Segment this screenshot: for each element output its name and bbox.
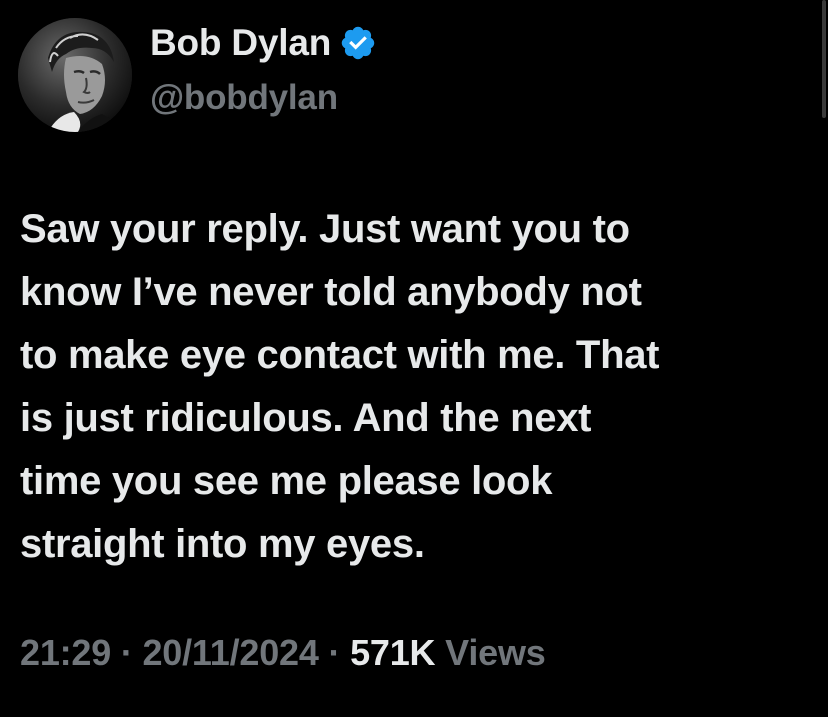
tweet-detail: Bob Dylan @bobdylan Saw your reply. Just… <box>0 0 828 717</box>
tweet-text: Saw your reply. Just want you to know I’… <box>20 198 810 576</box>
views-label[interactable]: Views <box>435 632 546 673</box>
meta-separator: · <box>318 632 351 673</box>
tweet-text-line: is just ridiculous. And the next <box>20 396 592 440</box>
profile-photo-icon <box>18 18 132 132</box>
handle[interactable]: @bobdylan <box>150 78 377 118</box>
views-count[interactable]: 571K <box>350 632 435 673</box>
avatar[interactable] <box>18 18 132 132</box>
timestamp-date[interactable]: 20/11/2024 <box>142 632 318 673</box>
meta-separator: · <box>111 632 143 673</box>
timestamp-time[interactable]: 21:29 <box>20 632 111 673</box>
verified-badge-icon[interactable] <box>339 24 377 62</box>
tweet-text-line: straight into my eyes. <box>20 522 425 566</box>
tweet-text-line: to make eye contact with me. That <box>20 333 660 377</box>
tweet-meta: 21:29 · 20/11/2024 · 571K Views <box>20 632 546 674</box>
scrollbar[interactable] <box>820 0 828 125</box>
author-block: Bob Dylan @bobdylan <box>150 20 377 118</box>
tweet-text-line: Saw your reply. Just want you to <box>20 207 630 251</box>
tweet-text-line: know I’ve never told anybody not <box>20 270 642 314</box>
display-name[interactable]: Bob Dylan <box>150 22 331 64</box>
name-row: Bob Dylan <box>150 20 377 66</box>
scrollbar-thumb[interactable] <box>822 0 826 118</box>
tweet-text-line: time you see me please look <box>20 459 553 503</box>
